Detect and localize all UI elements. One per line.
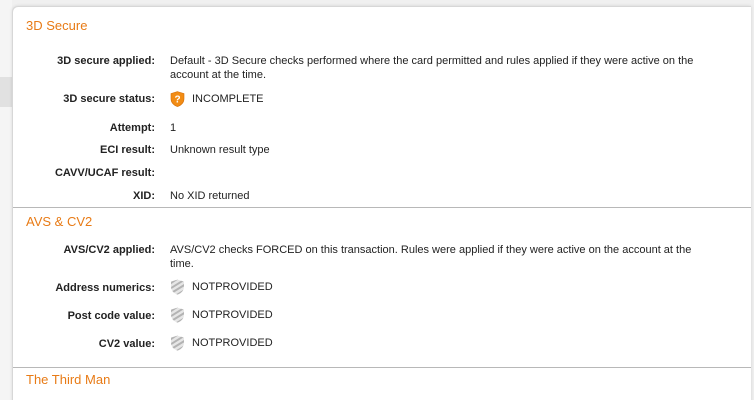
label-eci-result: ECI result: — [99, 144, 155, 156]
label-3d-secure-status: 3D secure status: — [63, 93, 155, 105]
row-xid: XID: No XID returned — [13, 189, 751, 203]
value-3d-secure-status: ? INCOMPLETE — [170, 91, 700, 107]
label-cavv-ucaf-result: CAVV/UCAF result: — [54, 167, 155, 179]
status-text-3d-secure: INCOMPLETE — [192, 93, 264, 105]
row-cavv-ucaf-result: CAVV/UCAF result: — [13, 166, 751, 180]
not-provided-shield-icon — [170, 279, 185, 295]
page: 3D Secure 3D secure applied: Default - 3… — [0, 0, 754, 400]
value-avs-cv2-applied: AVS/CV2 checks FORCED on this transactio… — [170, 244, 692, 270]
label-3d-secure-applied: 3D secure applied: — [57, 55, 155, 67]
status-text-address-numerics: NOTPROVIDED — [192, 281, 273, 293]
value-3d-secure-applied: Default - 3D Secure checks performed whe… — [170, 55, 694, 81]
label-attempt: Attempt: — [109, 122, 155, 134]
row-address-numerics: Address numerics: NOTPROVIDED — [13, 279, 751, 295]
row-eci-result: ECI result: Unknown result type — [13, 143, 751, 157]
section-title-avs-cv2: AVS & CV2 — [26, 214, 93, 229]
section-third-man: The Third Man — [13, 369, 110, 392]
row-3d-secure-applied: 3D secure applied: Default - 3D Secure c… — [13, 54, 751, 82]
row-3d-secure-status: 3D secure status: ? INCOMPLETE — [13, 91, 751, 107]
not-provided-shield-icon — [170, 307, 185, 323]
label-xid: XID: — [133, 190, 155, 202]
transaction-detail-panel: 3D Secure 3D secure applied: Default - 3… — [12, 6, 751, 400]
warning-shield-icon: ? — [170, 91, 185, 107]
value-post-code-value: NOTPROVIDED — [170, 307, 700, 323]
svg-text:?: ? — [174, 95, 180, 106]
value-xid: No XID returned — [170, 190, 250, 202]
section-3d-secure: 3D Secure 3D secure applied: Default - 3… — [13, 7, 751, 203]
section-title-3d-secure: 3D Secure — [26, 18, 88, 33]
row-avs-cv2-applied: AVS/CV2 applied: AVS/CV2 checks FORCED o… — [13, 243, 751, 271]
status-text-post-code-value: NOTPROVIDED — [192, 309, 273, 321]
value-cv2-value: NOTPROVIDED — [170, 335, 700, 351]
left-strip — [0, 0, 12, 400]
left-strip-marker — [0, 77, 12, 107]
row-attempt: Attempt: 1 — [13, 121, 751, 135]
status-text-cv2-value: NOTPROVIDED — [192, 337, 273, 349]
section-avs-cv2: AVS & CV2 AVS/CV2 applied: AVS/CV2 check… — [13, 208, 751, 351]
row-cv2-value: CV2 value: NOTPROVIDED — [13, 335, 751, 351]
label-cv2-value: CV2 value: — [98, 338, 155, 350]
value-address-numerics: NOTPROVIDED — [170, 279, 700, 295]
label-address-numerics: Address numerics: — [55, 282, 155, 294]
not-provided-shield-icon — [170, 335, 185, 351]
section-title-third-man: The Third Man — [26, 372, 111, 387]
row-post-code-value: Post code value: NOTPROVIDED — [13, 307, 751, 323]
value-eci-result: Unknown result type — [170, 144, 270, 156]
value-attempt: 1 — [170, 122, 177, 134]
label-avs-cv2-applied: AVS/CV2 applied: — [63, 244, 155, 256]
label-post-code-value: Post code value: — [67, 310, 155, 322]
section-divider — [13, 367, 751, 368]
